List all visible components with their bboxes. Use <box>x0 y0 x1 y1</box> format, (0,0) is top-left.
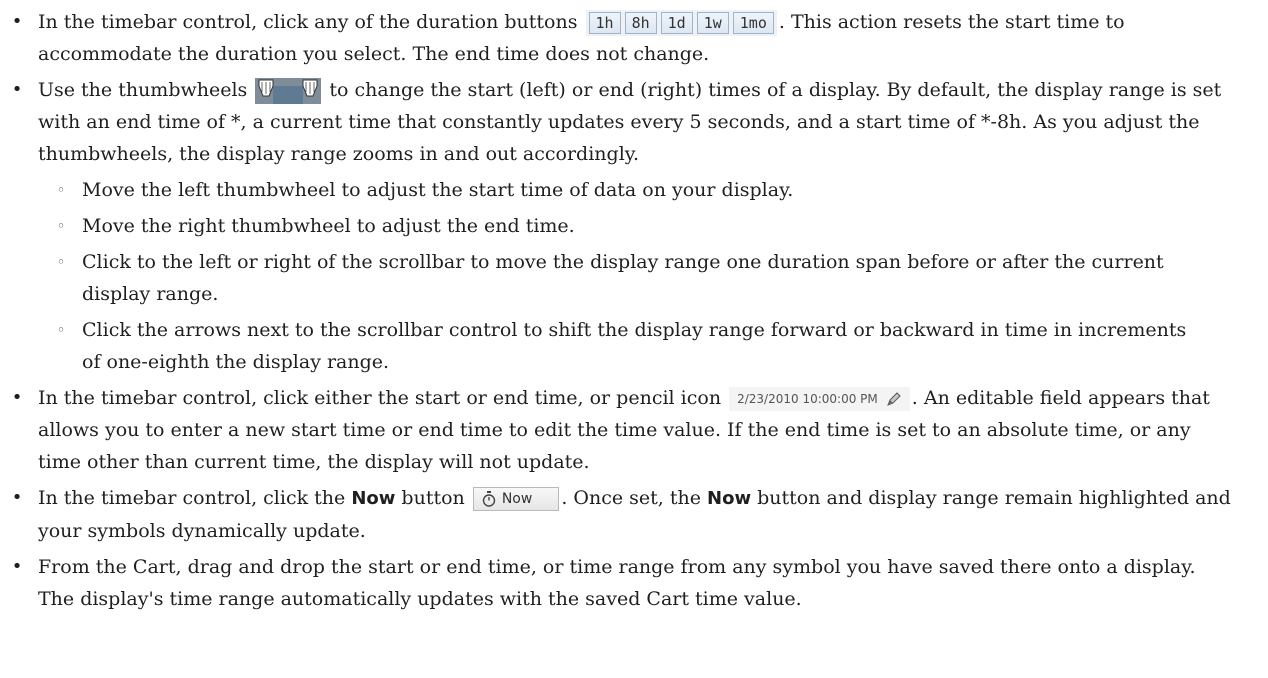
sub-item-text: Click to the left or right of the scroll… <box>82 251 1164 305</box>
item-text: From the Cart, drag and drop the start o… <box>38 556 1196 610</box>
thumbwheel-sublist: ◦ Move the left thumbwheel to adjust the… <box>38 174 1232 378</box>
item-text: Use the thumbwheels <box>38 79 248 101</box>
thumbwheel-icon[interactable] <box>255 78 322 104</box>
now-button[interactable]: Now <box>472 487 560 511</box>
list-item-edit-time: • In the timebar control, click either t… <box>0 382 1268 478</box>
item-text: . Once set, the <box>561 487 701 509</box>
now-keyword: Now <box>707 488 752 509</box>
sub-item-text: Move the left thumbwheel to adjust the s… <box>82 179 794 201</box>
item-text: In the timebar control, click the <box>38 487 346 509</box>
now-keyword: Now <box>351 488 396 509</box>
sub-bullet-icon: ◦ <box>56 181 66 199</box>
sub-item: ◦ Click to the left or right of the scro… <box>38 246 1232 310</box>
now-button-label: Now <box>501 491 533 507</box>
list-item-cart: • From the Cart, drag and drop the start… <box>0 551 1268 615</box>
duration-button-1mo[interactable]: 1mo <box>732 12 774 34</box>
bullet-icon: • <box>11 11 23 32</box>
sub-item: ◦ Click the arrows next to the scrollbar… <box>38 314 1232 378</box>
bullet-icon: • <box>11 556 23 577</box>
sub-item: ◦ Move the left thumbwheel to adjust the… <box>38 174 1232 206</box>
item-text: In the timebar control, click either the… <box>38 387 722 409</box>
time-value[interactable]: 2/23/2010 10:00:00 PM <box>737 383 878 415</box>
sub-bullet-icon: ◦ <box>56 253 66 271</box>
bullet-icon: • <box>11 79 23 100</box>
sub-bullet-icon: ◦ <box>56 321 66 339</box>
list-item-thumbwheels: • Use the thumbwheels to change the star… <box>0 74 1268 378</box>
pencil-icon[interactable] <box>886 391 902 407</box>
sub-item-text: Move the right thumbwheel to adjust the … <box>82 215 575 237</box>
sub-item-text: Click the arrows next to the scrollbar c… <box>82 319 1187 373</box>
duration-button-1d[interactable]: 1d <box>660 12 693 34</box>
bullet-icon: • <box>11 387 23 408</box>
stopwatch-icon <box>482 491 496 507</box>
duration-buttons-group: 1h 8h 1d 1w 1mo <box>585 10 777 36</box>
duration-button-8h[interactable]: 8h <box>624 12 657 34</box>
bullet-icon: • <box>11 487 23 508</box>
sub-bullet-icon: ◦ <box>56 217 66 235</box>
item-text: In the timebar control, click any of the… <box>38 11 578 33</box>
duration-button-1w[interactable]: 1w <box>696 12 729 34</box>
list-item-duration-buttons: • In the timebar control, click any of t… <box>0 6 1268 70</box>
duration-button-1h[interactable]: 1h <box>588 12 621 34</box>
item-text: button <box>401 487 465 509</box>
sub-item: ◦ Move the right thumbwheel to adjust th… <box>38 210 1232 242</box>
time-field[interactable]: 2/23/2010 10:00:00 PM <box>729 387 910 411</box>
list-item-now-button: • In the timebar control, click the Now … <box>0 482 1268 547</box>
instructions-page: • In the timebar control, click any of t… <box>0 0 1268 615</box>
instruction-list: • In the timebar control, click any of t… <box>0 6 1268 615</box>
